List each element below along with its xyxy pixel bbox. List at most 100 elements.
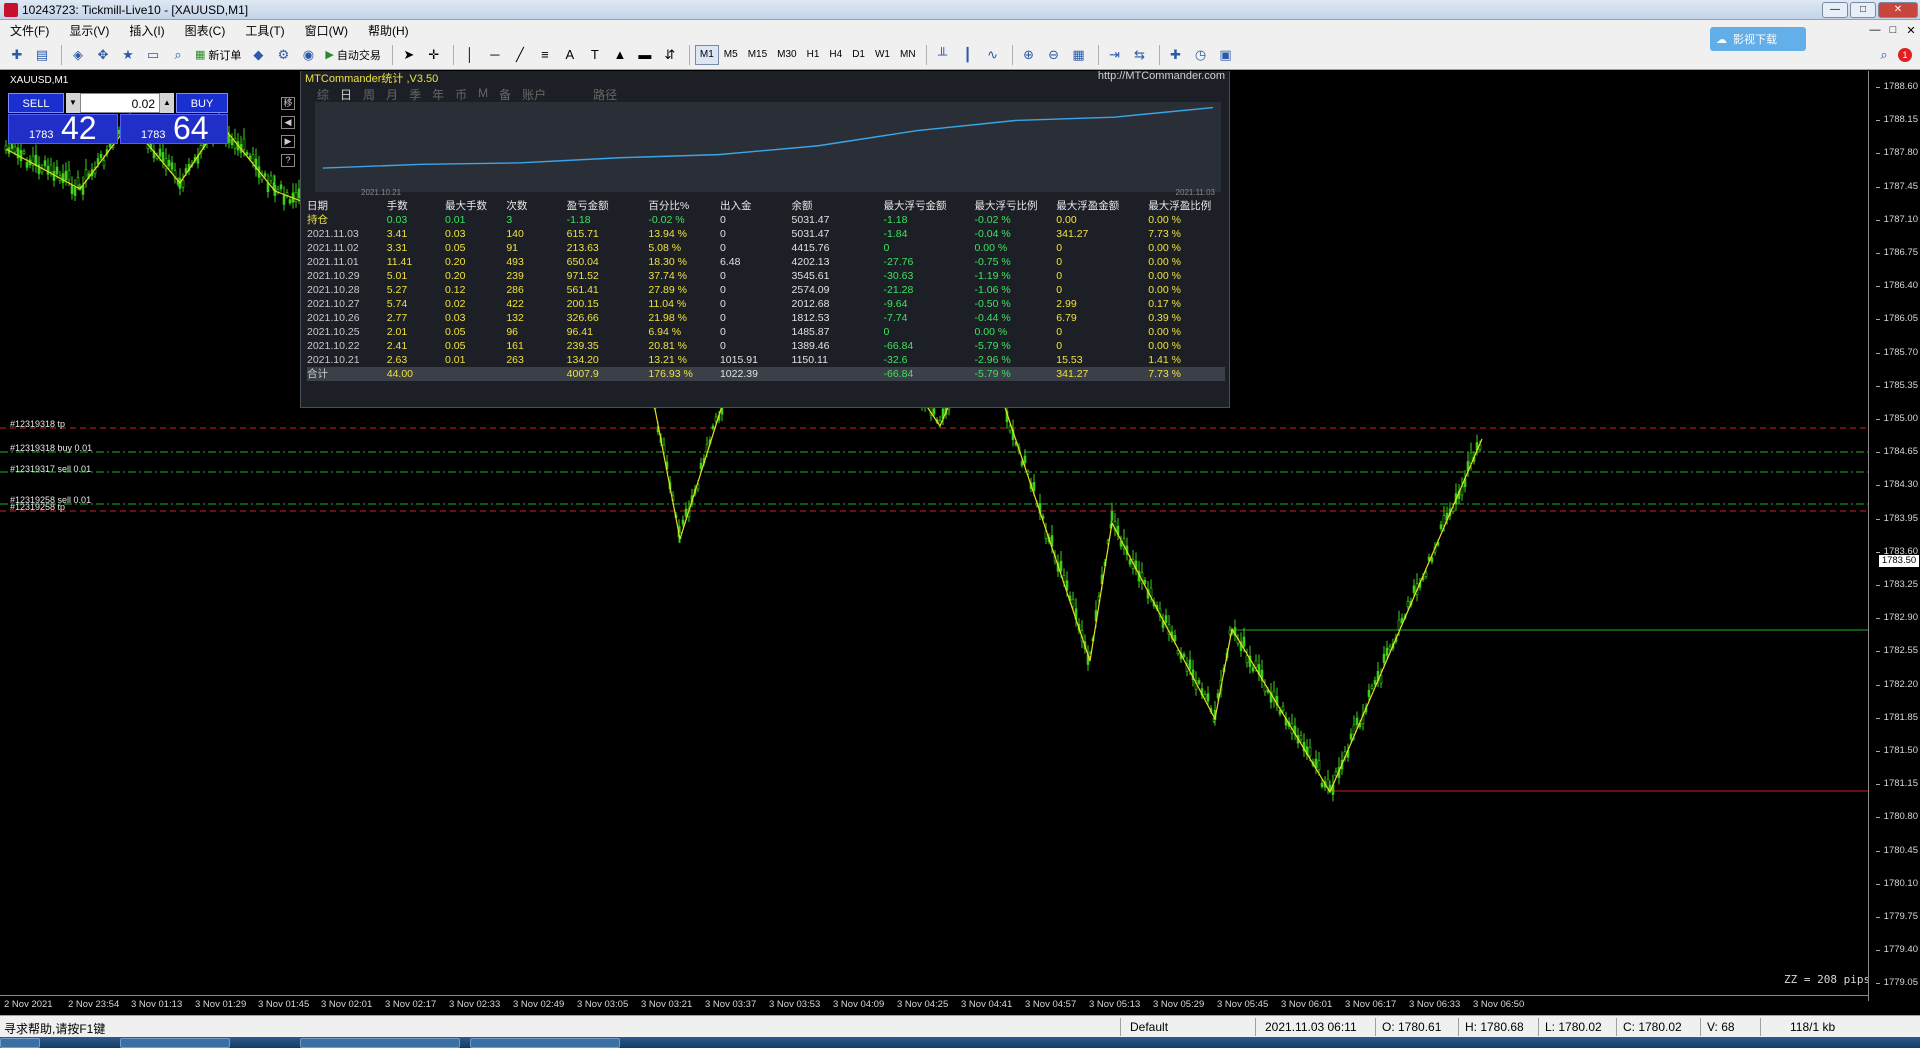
horizontal-line-icon[interactable]: ─ xyxy=(484,44,506,66)
stats-url-link[interactable]: http://MTCommander.com xyxy=(1098,71,1225,82)
mdi-close-button[interactable]: ✕ xyxy=(1902,24,1920,37)
timeframe-mn[interactable]: MN xyxy=(895,45,921,65)
stats-column-header[interactable]: 最大浮盈比例 xyxy=(1148,199,1225,213)
stats-tab[interactable]: 周 xyxy=(363,86,375,103)
timeframe-w1[interactable]: W1 xyxy=(870,45,895,65)
timeframe-d1[interactable]: D1 xyxy=(847,45,870,65)
stats-column-header[interactable]: 余额 xyxy=(792,199,884,213)
channel-icon[interactable]: ≡ xyxy=(534,44,556,66)
market-watch-icon[interactable]: ◈ xyxy=(67,44,89,66)
close-button[interactable]: ✕ xyxy=(1878,1,1918,18)
order-label-tp-2[interactable]: #12319258 tp xyxy=(10,502,65,512)
terminal-icon[interactable]: ▭ xyxy=(142,44,164,66)
mdi-restore-button[interactable]: □ xyxy=(1884,24,1902,37)
zoom-in-icon[interactable]: ⊕ xyxy=(1018,44,1040,66)
taskbar-item[interactable] xyxy=(300,1038,460,1048)
notification-badge[interactable]: 1 xyxy=(1898,47,1912,62)
stats-tab[interactable]: 综 xyxy=(317,86,329,103)
stats-column-header[interactable]: 百分比% xyxy=(648,199,720,213)
move-panel-icon[interactable]: 移 xyxy=(281,97,295,110)
price-chart[interactable]: XAUUSD,M1 SELL ▼ 0.02 ▲ BUY 1783 42 1783… xyxy=(0,71,1920,1015)
cursor-icon[interactable]: ➤ xyxy=(398,44,420,66)
menu-help[interactable]: 帮助(H) xyxy=(358,22,419,39)
taskbar-item[interactable] xyxy=(120,1038,230,1048)
stats-column-header[interactable]: 最大浮亏金额 xyxy=(884,199,975,213)
timeframe-m1[interactable]: M1 xyxy=(694,44,719,65)
mdi-minimize-button[interactable]: — xyxy=(1866,24,1884,37)
menu-window[interactable]: 窗口(W) xyxy=(295,22,358,39)
timeframe-h1[interactable]: H1 xyxy=(802,45,825,65)
stats-tab[interactable]: 日 xyxy=(340,86,352,103)
stats-tab[interactable]: 年 xyxy=(432,86,444,103)
stats-tab[interactable]: 备 xyxy=(499,86,511,103)
ad-widget[interactable]: ☁ 影视下载 xyxy=(1710,27,1806,51)
help-icon[interactable]: ? xyxy=(281,154,295,167)
maximize-button[interactable]: □ xyxy=(1850,1,1876,18)
profiles-icon[interactable]: ▤ xyxy=(31,44,53,66)
time-axis[interactable]: 2 Nov 2021 2 Nov 23:54 3 Nov 01:13 3 Nov 01… xyxy=(0,995,1868,1015)
stats-column-header[interactable]: 次数 xyxy=(506,199,566,213)
collapse-left-icon[interactable]: ◀ xyxy=(281,116,295,129)
vertical-line-icon[interactable]: │ xyxy=(459,44,481,66)
crosshair-icon[interactable]: ✛ xyxy=(423,44,445,66)
new-order-button[interactable]: ▦ 新订单 xyxy=(192,44,244,66)
navigator-icon[interactable]: ★ xyxy=(117,44,139,66)
minimize-button[interactable]: — xyxy=(1822,1,1848,18)
objects-dropdown-icon[interactable]: ⇵ xyxy=(659,44,681,66)
menu-view[interactable]: 显示(V) xyxy=(59,22,119,39)
stats-column-header[interactable]: 日期 xyxy=(307,199,387,213)
rectangle-tool-icon[interactable]: ▬ xyxy=(634,44,656,66)
text-tool-icon[interactable]: A xyxy=(559,44,581,66)
order-label-buy[interactable]: #12319318 buy 0.01 xyxy=(10,443,92,453)
timeframe-h4[interactable]: H4 xyxy=(824,45,847,65)
tester-icon[interactable]: ⌕ xyxy=(167,44,189,66)
stats-tab[interactable]: 账户 xyxy=(522,86,546,103)
community-icon[interactable]: ◉ xyxy=(297,44,319,66)
timeframe-m30[interactable]: M30 xyxy=(772,45,801,65)
stats-tab[interactable]: M xyxy=(478,86,488,103)
start-button[interactable] xyxy=(0,1038,40,1048)
sell-quote[interactable]: 1783 42 xyxy=(8,110,118,146)
price-scale[interactable]: 1788.60 1788.15 1787.80 1787.45 1787.10 1786.… xyxy=(1868,71,1920,1001)
menu-tools[interactable]: 工具(T) xyxy=(235,22,294,39)
stats-tab[interactable]: 币 xyxy=(455,86,467,103)
stats-column-header[interactable]: 最大浮亏比例 xyxy=(974,199,1056,213)
timeframe-m5[interactable]: M5 xyxy=(719,45,743,65)
sell-button[interactable]: SELL xyxy=(8,93,64,113)
periods-icon[interactable]: ◷ xyxy=(1190,44,1212,66)
order-label-tp[interactable]: #12319318 tp xyxy=(10,419,65,429)
stats-tab[interactable]: 季 xyxy=(409,86,421,103)
taskbar-item[interactable] xyxy=(470,1038,620,1048)
buy-quote[interactable]: 1783 64 xyxy=(120,110,228,146)
stats-column-header[interactable]: 最大浮盈金额 xyxy=(1056,199,1148,213)
menu-charts[interactable]: 图表(C) xyxy=(175,22,236,39)
arrow-tool-icon[interactable]: ▲ xyxy=(609,44,631,66)
menu-file[interactable]: 文件(F) xyxy=(0,22,59,39)
meta-editor-icon[interactable]: ◆ xyxy=(247,44,269,66)
indicators-icon[interactable]: ✚ xyxy=(1165,44,1187,66)
bar-chart-icon[interactable]: ╨ xyxy=(932,44,954,66)
timeframe-m15[interactable]: M15 xyxy=(743,45,772,65)
candlestick-icon[interactable]: ┃ xyxy=(957,44,979,66)
data-window-icon[interactable]: ✥ xyxy=(92,44,114,66)
tile-windows-icon[interactable]: ▦ xyxy=(1068,44,1090,66)
options-icon[interactable]: ⚙ xyxy=(272,44,294,66)
stats-column-header[interactable]: 最大手数 xyxy=(445,199,506,213)
stats-column-header[interactable]: 手数 xyxy=(387,199,445,213)
stats-path-tab[interactable]: 路径 xyxy=(593,86,617,103)
trendline-icon[interactable]: ╱ xyxy=(509,44,531,66)
lot-increase-button[interactable]: ▲ xyxy=(160,93,174,113)
new-chart-icon[interactable]: ✚ xyxy=(6,44,28,66)
auto-trading-button[interactable]: ▶ 自动交易 xyxy=(322,44,383,66)
stats-column-header[interactable]: 出入金 xyxy=(720,199,792,213)
zoom-out-icon[interactable]: ⊖ xyxy=(1043,44,1065,66)
menu-insert[interactable]: 插入(I) xyxy=(119,22,174,39)
chart-shift-icon[interactable]: ⇥ xyxy=(1104,44,1126,66)
templates-icon[interactable]: ▣ xyxy=(1215,44,1237,66)
label-tool-icon[interactable]: T xyxy=(584,44,606,66)
line-chart-icon[interactable]: ∿ xyxy=(982,44,1004,66)
search-icon[interactable]: ⌕ xyxy=(1873,44,1895,66)
expand-right-icon[interactable]: ▶ xyxy=(281,135,295,148)
order-label-sell[interactable]: #12319317 sell 0.01 xyxy=(10,464,91,474)
stats-column-header[interactable]: 盈亏金额 xyxy=(567,199,649,213)
